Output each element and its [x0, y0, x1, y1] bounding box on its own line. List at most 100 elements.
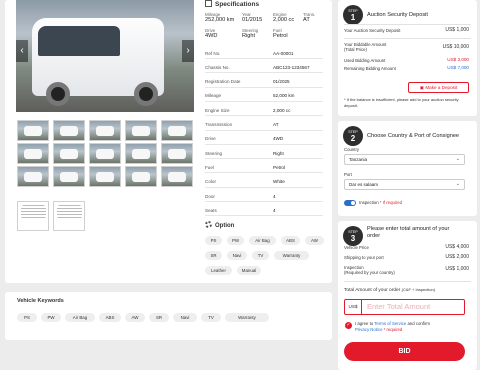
spec-label: Ref No.: [205, 50, 221, 56]
photo-thumbnail[interactable]: [53, 166, 85, 187]
document-icon: [205, 0, 212, 7]
port-label: Port: [344, 172, 352, 177]
photo-thumbnail[interactable]: [125, 166, 157, 187]
step-badge: STEP 2: [343, 126, 363, 146]
keyword-tag: Air Bag: [65, 313, 95, 322]
total-amount-input[interactable]: US$ Enter Total Amount: [344, 299, 465, 315]
next-photo-icon[interactable]: ›: [182, 40, 194, 62]
photo-thumbnail[interactable]: [89, 143, 121, 164]
photo-thumbnail[interactable]: [161, 143, 193, 164]
spec-row: Steering Right: [205, 148, 323, 160]
quick-spec-drive: Drive 4WD: [205, 28, 218, 39]
inspection-cost-label: Inspection (Required by your country): [344, 265, 395, 275]
option-tag: Warranty: [274, 251, 309, 260]
photo-thumbnail[interactable]: [161, 120, 193, 141]
inspection-cost-value: US$ 1,000: [445, 266, 469, 272]
spec-value: 01/2025: [273, 79, 290, 85]
spec-value: 52,000 km: [273, 93, 295, 99]
photo-thumbnail[interactable]: [17, 120, 49, 141]
vehicle-details-card: ‹ › Specifications Mileage 252,000 km Yea…: [5, 0, 332, 283]
quick-spec-mileage: Mileage 252,000 km: [205, 12, 235, 23]
terms-link[interactable]: Terms of Service: [374, 321, 406, 326]
spec-value: 4: [273, 207, 276, 213]
spec-value: 2,000 cc: [273, 107, 291, 113]
option-tag: Leather: [205, 266, 232, 275]
spec-label: Fuel: [205, 164, 214, 170]
option-tag: PW: [227, 236, 244, 245]
order-title: Please enter total amount of your order: [367, 226, 450, 239]
option-heading: Option: [205, 221, 234, 229]
step3-order-panel: STEP 3 Please enter total amount of your o…: [338, 221, 477, 370]
deposit-label: Your Auction Security Deposit: [344, 28, 401, 33]
make-deposit-button[interactable]: ▣ Make a Deposit: [408, 82, 469, 93]
spec-label: Transmission: [205, 122, 233, 127]
remaining-value: US$ 7,000: [447, 65, 469, 70]
quick-spec-year: Year 01/2015: [242, 12, 263, 23]
privacy-link[interactable]: Privacy Notice: [355, 327, 382, 332]
spec-label: Mileage: [205, 93, 222, 99]
photo-thumbnail[interactable]: [89, 120, 121, 141]
shipping-value: US$ 2,000: [445, 254, 469, 260]
total-label: Total Amount of your order (C&F + Inspec…: [344, 287, 436, 293]
port-select[interactable]: Dar es salaam ⌄: [344, 179, 465, 190]
destination-title: Choose Country & Port of Consignee: [367, 133, 460, 139]
step-badge: STEP 1: [343, 5, 363, 25]
biddable-value: US$ 10,000: [442, 44, 469, 50]
photo-thumbnail[interactable]: [53, 120, 85, 141]
document-thumbnail[interactable]: [53, 201, 85, 231]
option-tag: SR: [205, 251, 222, 260]
bid-button[interactable]: BID: [344, 342, 465, 361]
inspection-toggle[interactable]: [344, 200, 356, 206]
option-tag: PS: [205, 236, 222, 245]
step2-destination-panel: STEP 2 Choose Country & Port of Consignee…: [338, 121, 477, 216]
photo-thumbnail[interactable]: [17, 166, 49, 187]
deposit-note: * If the balance is insufficient, please…: [344, 97, 459, 108]
spec-label: Door: [205, 193, 215, 199]
specifications-heading: Specifications: [205, 0, 259, 8]
option-tag: TV: [252, 251, 269, 260]
quick-spec-fuel: Fuel Petrol: [273, 28, 288, 39]
spec-row: Chassis No. ABC123-1234567: [205, 62, 323, 74]
remaining-label: Remaining Bidding Amount: [344, 66, 396, 71]
photo-thumbnail[interactable]: [17, 143, 49, 164]
keyword-tag: PW: [41, 313, 61, 322]
photo-thumbnail[interactable]: [53, 143, 85, 164]
option-tag: Navi: [227, 251, 247, 260]
option-tag: Air Bag: [249, 236, 276, 245]
spec-row: Door 4: [205, 191, 323, 202]
gear-icon: [205, 221, 212, 228]
country-label: Country: [344, 147, 360, 152]
keyword-tag: AW: [125, 313, 145, 322]
spec-value: AT: [273, 122, 279, 127]
photo-thumbnail[interactable]: [89, 166, 121, 187]
keyword-tag: Warranty: [225, 313, 269, 322]
option-tag: AW: [305, 236, 324, 245]
country-select[interactable]: Tanzania ⌄: [344, 154, 465, 165]
shipping-label: Shipping to your port: [344, 255, 384, 260]
keyword-tag: SR: [149, 313, 169, 322]
step-badge: STEP 3: [343, 226, 363, 246]
spec-value: Petrol: [273, 164, 286, 170]
keyword-tag: PS: [17, 313, 37, 322]
vehicle-keywords-card: Vehicle Keywords PS PW Air Bag ABS AW SR Navi T…: [5, 292, 332, 340]
spec-label: Engine Size: [205, 107, 230, 113]
quick-spec-engine: Engine 2,000 cc: [273, 12, 295, 23]
option-tag: Manual: [237, 266, 261, 275]
agree-checkbox[interactable]: ✓: [345, 322, 352, 329]
spec-row: Drive 4WD: [205, 134, 323, 145]
document-thumbnail[interactable]: [17, 201, 49, 231]
prev-photo-icon[interactable]: ‹: [16, 40, 28, 62]
spec-row: Engine Size 2,000 cc: [205, 105, 323, 117]
spec-label: Color: [205, 179, 216, 185]
keywords-heading: Vehicle Keywords: [17, 298, 64, 304]
spec-value: 4WD: [273, 136, 284, 142]
photo-thumbnail[interactable]: [125, 120, 157, 141]
main-vehicle-photo[interactable]: ‹ ›: [16, 0, 194, 112]
used-label: Used Bidding Amount: [344, 58, 386, 63]
spec-row: Fuel Petrol: [205, 162, 323, 174]
spec-value: 4: [273, 193, 276, 199]
spec-label: Steering: [205, 150, 223, 156]
spec-row: Ref No. AA-00001: [205, 48, 323, 59]
photo-thumbnail[interactable]: [125, 143, 157, 164]
photo-thumbnail[interactable]: [161, 166, 193, 187]
